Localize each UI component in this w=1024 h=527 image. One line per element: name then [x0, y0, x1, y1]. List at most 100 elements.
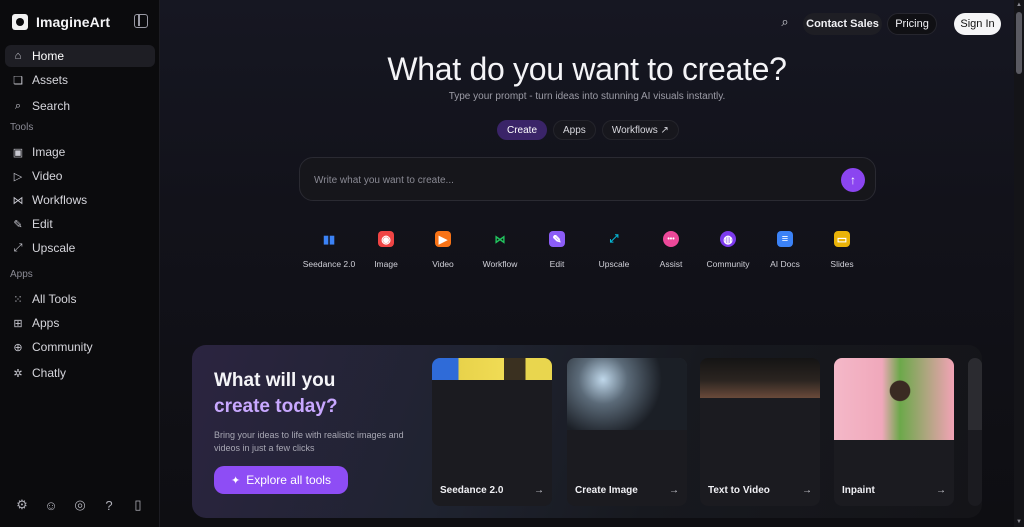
prompt-box: ↑ [299, 157, 876, 201]
tool-edit[interactable]: ✎ Edit [529, 231, 585, 270]
prompt-input[interactable] [314, 170, 814, 190]
card-inpaint[interactable]: Inpaint → [834, 358, 954, 506]
sidebar-collapse-icon[interactable] [134, 14, 148, 28]
edit-icon: ✎ [549, 231, 565, 247]
page-title: What do you want to create? [387, 51, 787, 87]
tool-workflow[interactable]: ⋈ Workflow [472, 231, 528, 270]
tool-assist[interactable]: ••• Assist [643, 231, 699, 270]
card-label: Inpaint [842, 485, 875, 496]
sidebar-item-edit[interactable]: ✎ Edit [5, 213, 155, 235]
sidebar: ImagineArt ⌂ Home ❏ Assets ⌕ Search Tool… [0, 0, 160, 527]
card-thumbnail [567, 358, 687, 430]
page-subtitle: Type your prompt - turn ideas into stunn… [448, 91, 726, 102]
tool-label: Assist [659, 259, 683, 269]
banner-description: Bring your ideas to life with realistic … [214, 430, 404, 453]
sidebar-item-chatly[interactable]: ✲ Chatly [5, 362, 155, 384]
tool-ai-docs[interactable]: ≡ AI Docs [757, 231, 813, 270]
sidebar-item-community[interactable]: ⊕ Community [5, 336, 155, 358]
banner-title: What will you [214, 370, 336, 391]
card-thumbnail [968, 358, 982, 430]
card-partial[interactable] [968, 358, 982, 506]
assist-icon: ••• [663, 231, 679, 247]
sidebar-item-image[interactable]: ▣ Image [5, 141, 155, 163]
upscale-icon: ⤢ [609, 232, 619, 245]
tool-label: Community [706, 259, 750, 269]
explore-all-tools-button[interactable]: ✦ Explore all tools [214, 466, 348, 494]
tab-workflows[interactable]: Workflows ↗ [601, 120, 679, 140]
section-label-tools: Tools [10, 122, 34, 133]
home-icon: ⌂ [14, 50, 22, 62]
image-icon: ◉ [378, 231, 394, 247]
card-thumbnail [432, 358, 552, 430]
chatly-icon: ✲ [13, 367, 23, 380]
arrow-right-icon: → [669, 485, 679, 496]
scroll-up-icon[interactable]: ▲ [1016, 2, 1022, 8]
sidebar-item-label: Video [32, 169, 63, 183]
tab-apps[interactable]: Apps [553, 120, 596, 140]
tool-label: Video [432, 259, 454, 269]
contact-sales-button[interactable]: Contact Sales [803, 13, 882, 35]
sidebar-item-all-tools[interactable]: ⁙ All Tools [5, 288, 155, 310]
sign-in-button[interactable]: Sign In [954, 13, 1001, 35]
discord-icon[interactable]: ☺ [41, 495, 61, 515]
sidebar-item-label: Apps [32, 316, 60, 330]
sidebar-item-label: Workflows [32, 193, 88, 207]
arrow-right-icon: → [534, 485, 544, 496]
slides-icon: ▭ [834, 231, 850, 247]
mobile-icon[interactable]: ▯ [128, 495, 148, 515]
assets-icon: ❏ [13, 74, 23, 87]
card-seedance[interactable]: Seedance 2.0 → [432, 358, 552, 506]
apps-icon: ⊞ [13, 317, 23, 330]
card-text-to-video[interactable]: Text to Video → [700, 358, 820, 506]
scrollbar-thumb[interactable] [1016, 12, 1022, 74]
top-bar: ⌕ Contact Sales Pricing Sign In [160, 0, 1024, 44]
send-button[interactable]: ↑ [841, 168, 865, 192]
arrow-right-icon: → [802, 485, 812, 496]
sidebar-item-video[interactable]: ▷ Video [5, 165, 155, 187]
logo[interactable]: ImagineArt [12, 12, 152, 32]
settings-icon[interactable]: ⚙ [12, 495, 32, 515]
sidebar-item-home[interactable]: ⌂ Home [5, 45, 155, 67]
tool-video[interactable]: ▶ Video [415, 231, 471, 270]
tab-create[interactable]: Create [497, 120, 548, 140]
reddit-icon[interactable]: ◎ [70, 495, 90, 515]
sidebar-item-label: Edit [32, 217, 53, 231]
promo-banner: What will you create today? Bring your i… [192, 345, 982, 518]
button-label: Explore all tools [246, 473, 331, 487]
scrollbar[interactable]: ▲ ▼ [1014, 0, 1024, 527]
banner-title-highlight: create today? [214, 396, 338, 417]
sidebar-item-search[interactable]: ⌕ Search [5, 95, 155, 117]
sidebar-item-workflows[interactable]: ⋈ Workflows [5, 189, 155, 211]
search-icon[interactable]: ⌕ [777, 14, 793, 30]
arrow-up-icon: ↑ [850, 173, 856, 187]
app-name: ImagineArt [36, 14, 111, 30]
help-icon[interactable]: ? [99, 495, 119, 515]
card-thumbnail [700, 358, 820, 398]
card-create-image[interactable]: Create Image → [567, 358, 687, 506]
sidebar-item-upscale[interactable]: ⤢ Upscale [5, 237, 155, 259]
sidebar-item-assets[interactable]: ❏ Assets [5, 69, 155, 91]
imagineart-logo-icon [12, 14, 28, 30]
sidebar-item-label: Assets [32, 73, 69, 87]
sparkle-icon: ✦ [231, 474, 241, 487]
sidebar-item-label: Chatly [32, 366, 67, 380]
pricing-button[interactable]: Pricing [887, 13, 937, 35]
card-label: Seedance 2.0 [440, 485, 504, 496]
tool-label: Edit [549, 259, 565, 269]
tool-seedance[interactable]: ▮▮ Seedance 2.0 [301, 231, 357, 270]
tool-label: Image [374, 259, 398, 269]
video-icon: ▷ [13, 170, 23, 183]
tool-community[interactable]: ◍ Community [700, 231, 756, 270]
upscale-icon: ⤢ [13, 241, 23, 254]
quick-tools: ▮▮ Seedance 2.0 ◉ Image ▶ Video ⋈ Workfl… [301, 231, 871, 291]
sidebar-item-apps[interactable]: ⊞ Apps [5, 312, 155, 334]
tool-upscale[interactable]: ⤢ Upscale [586, 231, 642, 270]
sidebar-item-label: Home [32, 49, 65, 63]
sidebar-item-label: Image [32, 145, 66, 159]
tool-image[interactable]: ◉ Image [358, 231, 414, 270]
arrow-right-icon: → [936, 485, 946, 496]
tool-label: Workflow [482, 259, 518, 269]
tool-slides[interactable]: ▭ Slides [814, 231, 870, 270]
sidebar-item-label: Upscale [32, 241, 76, 255]
scroll-down-icon[interactable]: ▼ [1016, 519, 1022, 525]
